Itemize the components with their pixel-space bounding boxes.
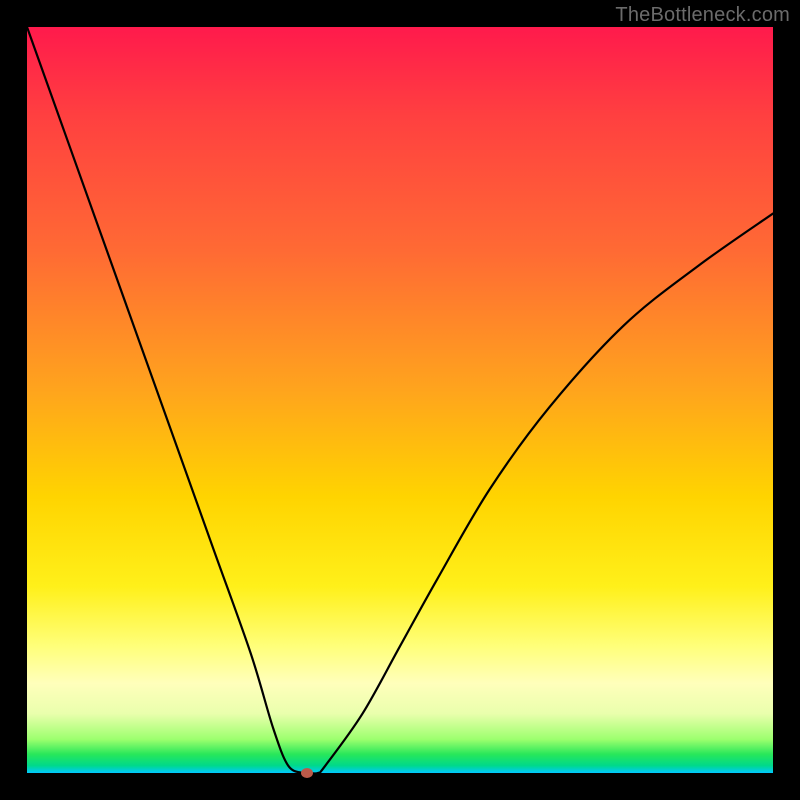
bottleneck-curve: [27, 27, 773, 773]
chart-frame: TheBottleneck.com: [0, 0, 800, 800]
watermark-text: TheBottleneck.com: [615, 4, 790, 27]
plot-area: [27, 27, 773, 773]
min-point-marker: [301, 768, 313, 778]
